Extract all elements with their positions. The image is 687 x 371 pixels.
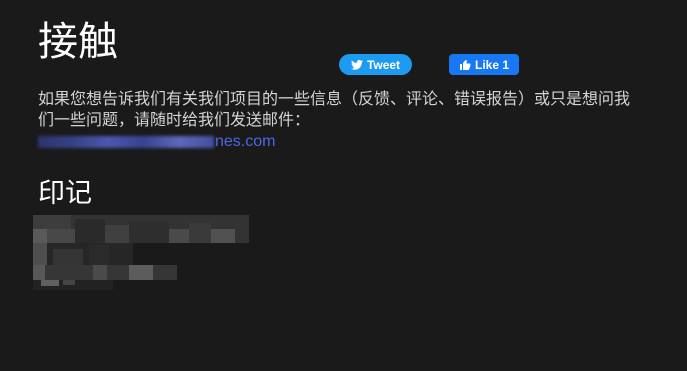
email-link[interactable]: nes.com [215, 133, 275, 151]
twitter-bird-icon [350, 59, 363, 70]
thumbs-up-icon [459, 59, 471, 71]
redacted-imprint-pixelation [33, 215, 249, 290]
tweet-label: Tweet [366, 57, 401, 72]
imprint-heading: 印记 [38, 178, 92, 209]
email-link-row[interactable]: nes.com [38, 131, 275, 152]
contact-description: 如果您想告诉我们有关我们项目的一些信息（反馈、评论、错误报告）或只是想问我们一些… [38, 89, 631, 129]
tweet-button[interactable]: Tweet [339, 54, 412, 75]
page: 接触 Tweet Like 1 如果您想告诉我们有关我们项目的一些信息（反馈、评… [0, 0, 687, 371]
contact-heading: 接触 [38, 19, 118, 65]
facebook-like-button[interactable]: Like 1 [449, 54, 519, 75]
like-label: Like 1 [474, 57, 510, 72]
redacted-email-blur [38, 135, 214, 148]
